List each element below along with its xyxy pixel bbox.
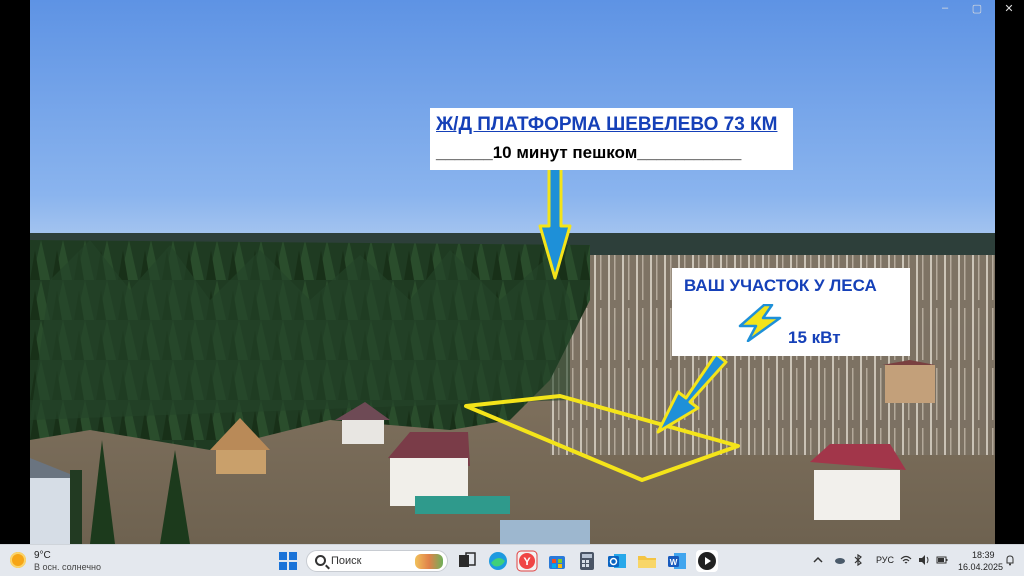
outlook-icon — [608, 554, 626, 568]
media-player-icon — [698, 552, 716, 570]
wifi-icon[interactable] — [900, 554, 912, 566]
calculator-button[interactable] — [576, 550, 598, 572]
weather-description: В осн. солнечно — [34, 562, 101, 572]
clock-date[interactable]: 16.04.2025 — [958, 562, 1003, 572]
lightning-bolt-icon — [738, 304, 782, 342]
media-player-button[interactable] — [696, 550, 718, 572]
calculator-icon — [580, 552, 594, 570]
folder-icon — [638, 556, 656, 568]
svg-text:W: W — [670, 558, 678, 567]
edge-icon — [489, 552, 507, 570]
platform-label: Ж/Д ПЛАТФОРМА ШЕВЕЛЕВО 73 КМ ______10 ми… — [430, 108, 793, 170]
close-button[interactable]: ✕ — [1000, 2, 1018, 15]
plot-power: 15 кВт — [788, 328, 841, 347]
plot-title: ВАШ УЧАСТОК У ЛЕСА — [684, 276, 877, 295]
weather-temperature: 9°C — [34, 550, 51, 561]
sun-cloud-icon — [10, 552, 26, 568]
search-icon — [315, 555, 326, 566]
desktop-screen: – ▢ ✕ Ж/Д ПЛАТФОРМА ШЕВЕЛЕВО 73 КМ _____… — [0, 0, 1024, 576]
word-icon: W — [668, 553, 686, 569]
word-button[interactable]: W — [666, 550, 688, 572]
yandex-browser-button[interactable]: Y — [516, 550, 538, 572]
minimize-button[interactable]: – — [936, 2, 954, 14]
start-button[interactable] — [277, 550, 299, 572]
file-explorer-button[interactable] — [636, 550, 658, 572]
edge-button[interactable] — [487, 550, 509, 572]
language-indicator[interactable]: РУС — [876, 555, 894, 565]
bluetooth-icon[interactable] — [852, 554, 864, 566]
weather-widget[interactable]: 9°C В осн. солнечно — [8, 549, 118, 573]
task-view-button[interactable] — [456, 550, 478, 572]
maximize-button[interactable]: ▢ — [968, 2, 986, 15]
outlook-button[interactable] — [606, 550, 628, 572]
search-label: Поиск — [331, 555, 362, 567]
store-button[interactable] — [546, 550, 568, 572]
chevron-up-icon[interactable] — [812, 554, 824, 566]
search-input[interactable]: Поиск — [306, 550, 448, 572]
platform-title: Ж/Д ПЛАТФОРМА ШЕВЕЛЕВО 73 КМ — [436, 114, 778, 135]
notifications-icon[interactable] — [1004, 554, 1016, 566]
onedrive-icon[interactable] — [834, 554, 846, 566]
task-view-icon — [459, 552, 476, 567]
volume-icon[interactable] — [918, 554, 930, 566]
svg-text:Y: Y — [523, 556, 531, 568]
search-highlight-image — [415, 554, 443, 569]
clock-time[interactable]: 18:39 — [972, 550, 995, 560]
battery-icon[interactable] — [936, 554, 948, 566]
store-icon — [549, 556, 565, 569]
taskbar: 9°C В осн. солнечно Поиск Y W РУС 18:39 … — [0, 544, 1024, 576]
house — [882, 360, 935, 403]
house — [810, 444, 906, 520]
plot-label: ВАШ УЧАСТОК У ЛЕСА 15 кВт — [672, 268, 910, 356]
windows-logo-icon — [279, 552, 297, 570]
platform-walk-time: ______10 минут пешком___________ — [436, 143, 742, 162]
yandex-icon: Y — [516, 550, 538, 572]
